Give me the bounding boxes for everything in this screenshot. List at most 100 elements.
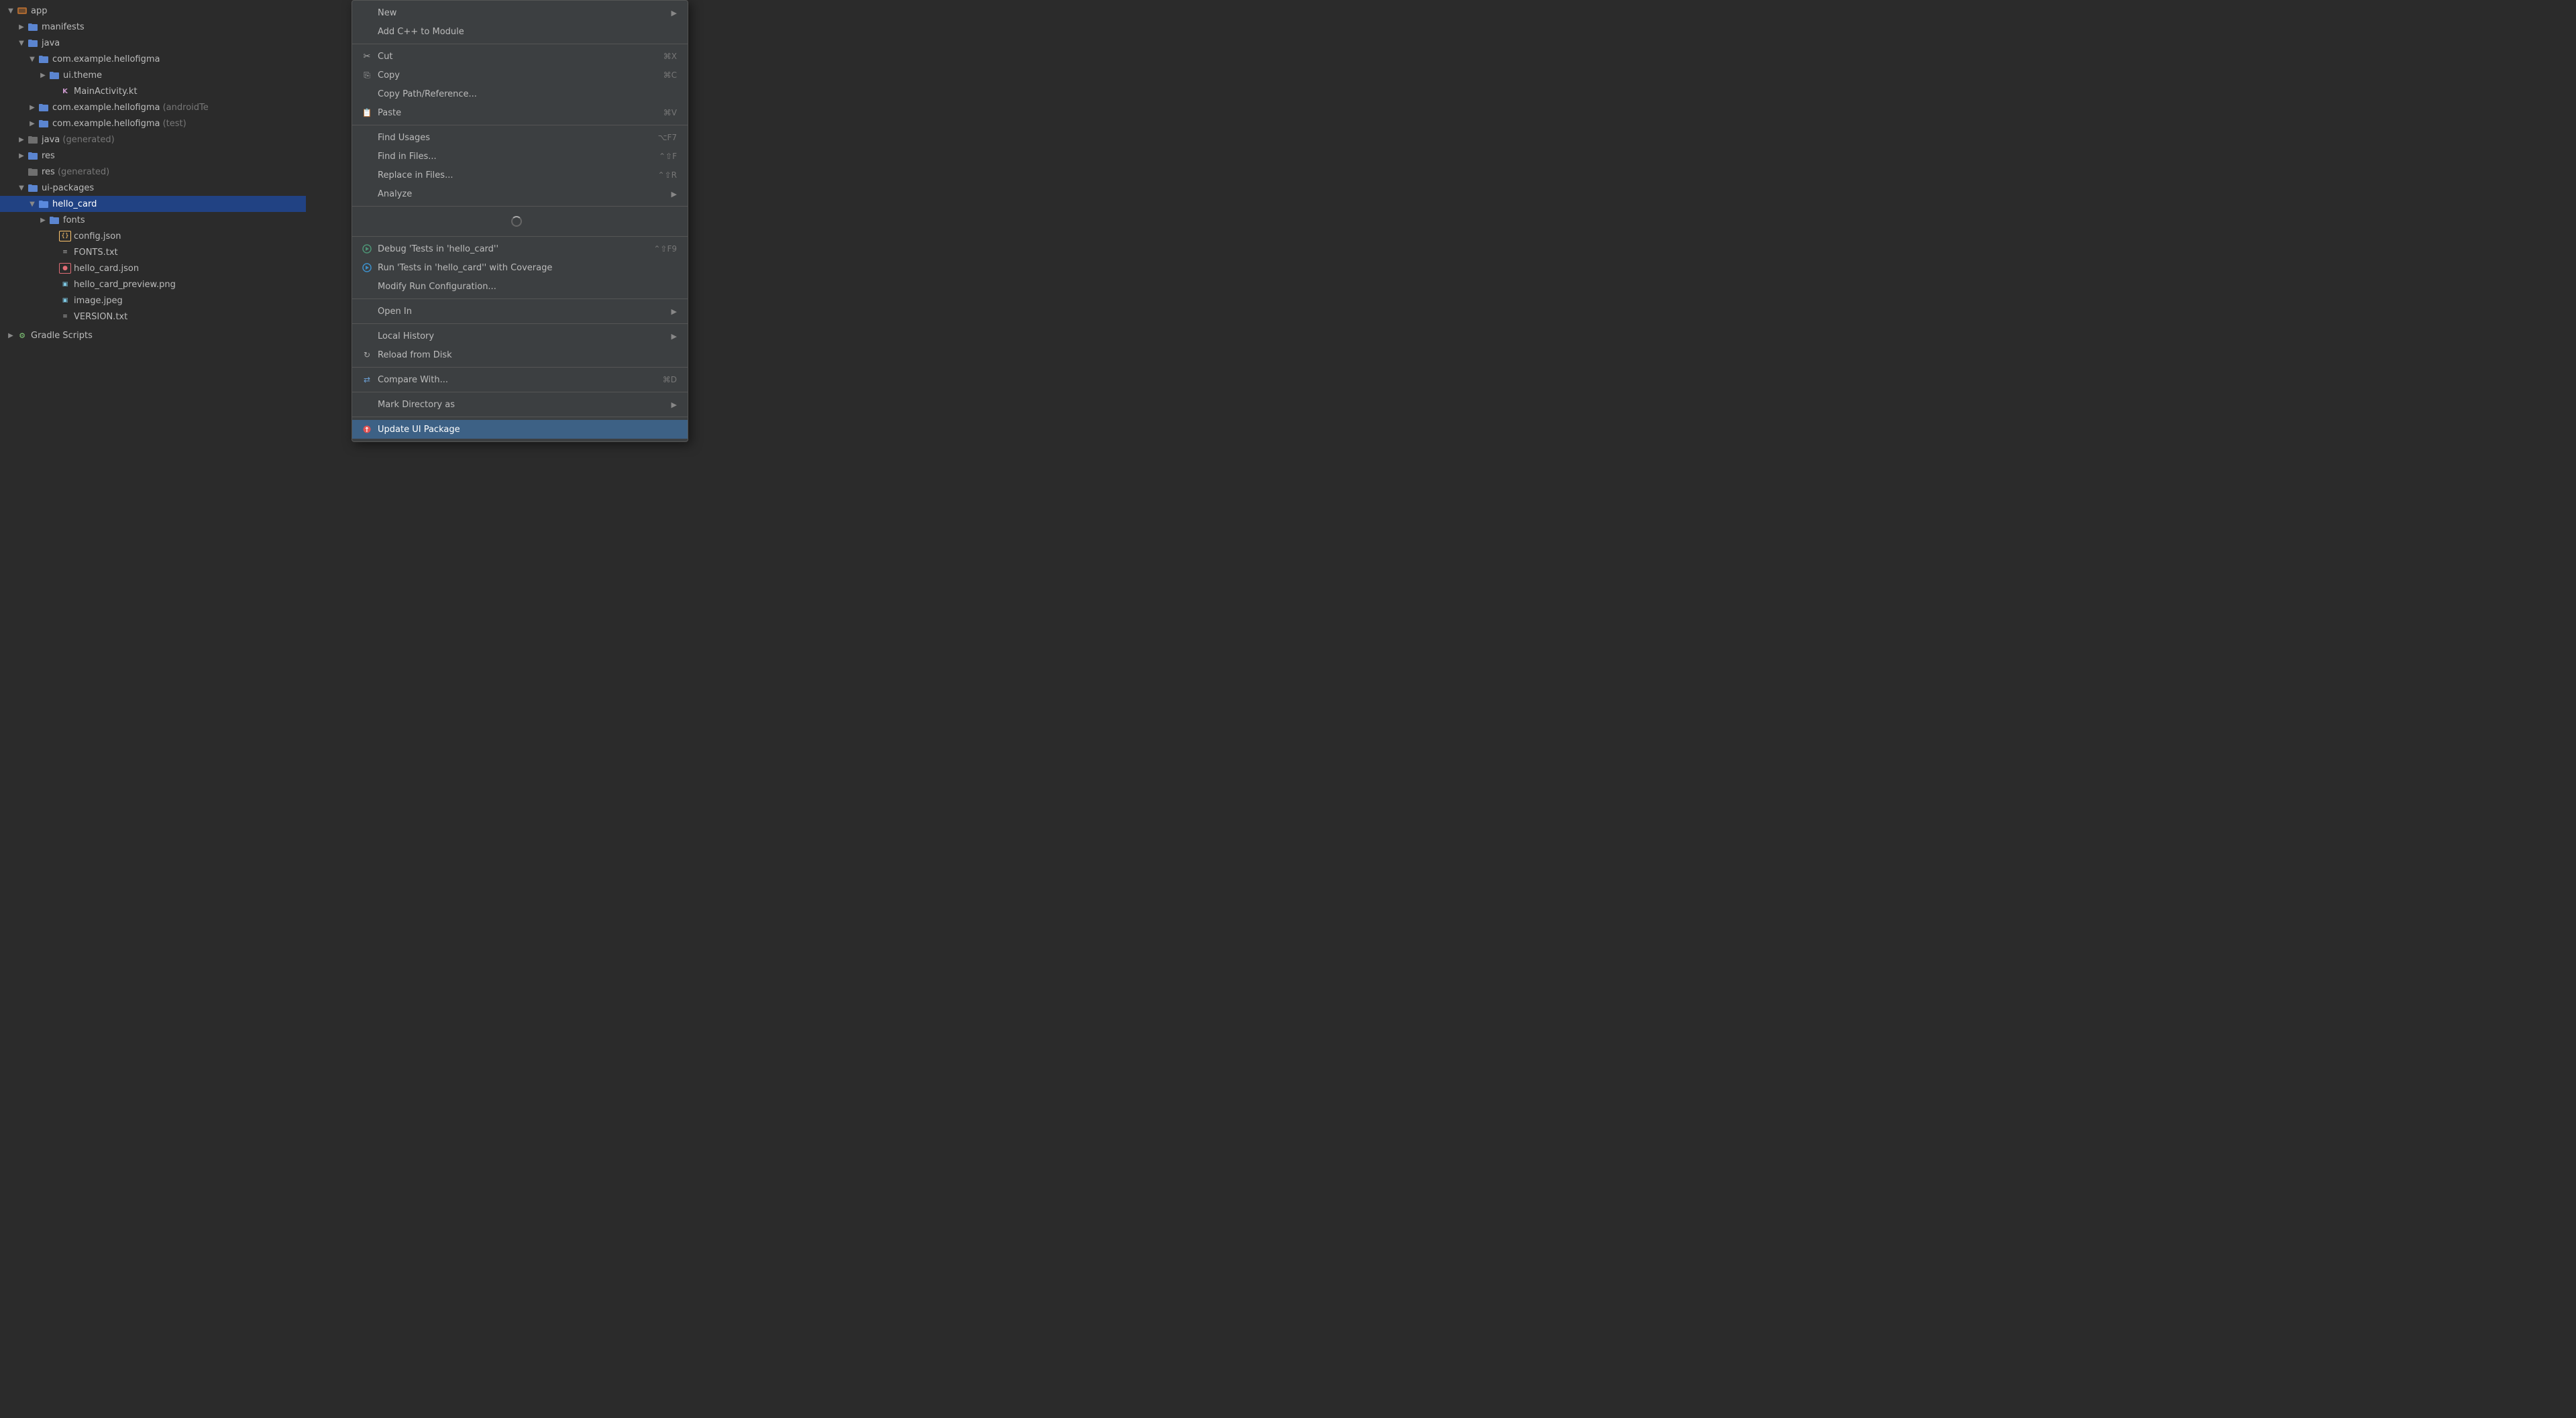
menu-item-label: Modify Run Configuration... <box>378 282 677 292</box>
menu-item-replace-files[interactable]: Replace in Files... ⌃⇧R <box>352 166 688 184</box>
menu-item-analyze[interactable]: Analyze ▶ <box>352 184 688 203</box>
folder-icon <box>27 182 39 193</box>
folder-icon <box>38 54 50 64</box>
tree-item-com-example-test[interactable]: ▶ com.example.hellofigma (test) <box>0 115 306 131</box>
tree-item-ui-theme[interactable]: ▶ ui.theme <box>0 67 306 83</box>
folder-icon <box>27 150 39 161</box>
tree-label: ui-packages <box>42 183 303 193</box>
menu-item-open-in[interactable]: Open In ▶ <box>352 302 688 321</box>
tree-label: MainActivity.kt <box>74 87 303 97</box>
menu-item-compare-with[interactable]: ⇄ Compare With... ⌘D <box>352 370 688 389</box>
json-red-file-icon: ● <box>59 263 71 274</box>
folder-icon <box>38 102 50 113</box>
menu-item-update-ui-package[interactable]: ↑ Update UI Package <box>352 420 688 439</box>
tree-item-res[interactable]: ▶ res <box>0 148 306 164</box>
menu-item-label: Run 'Tests in 'hello_card'' with Coverag… <box>378 263 677 273</box>
folder-icon <box>48 215 60 225</box>
tree-label: app <box>31 6 303 16</box>
folder-icon <box>38 199 50 209</box>
menu-item-copy[interactable]: ⎘ Copy ⌘C <box>352 66 688 85</box>
menu-item-spinner <box>352 209 688 233</box>
menu-item-label: Debug 'Tests in 'hello_card'' <box>378 244 643 254</box>
tree-item-com-example[interactable]: ▼ com.example.hellofigma <box>0 51 306 67</box>
folder-icon <box>48 70 60 80</box>
tree-item-app[interactable]: ▼ app <box>0 3 306 19</box>
txt-file-icon: ≡ <box>59 311 71 322</box>
tree-arrow: ▶ <box>16 152 27 160</box>
menu-item-add-cpp[interactable]: Add C++ to Module <box>352 22 688 41</box>
tree-item-ui-packages[interactable]: ▼ ui-packages <box>0 180 306 196</box>
tree-item-config-json[interactable]: {} config.json <box>0 228 306 244</box>
menu-item-label: Update UI Package <box>378 425 677 435</box>
menu-item-new[interactable]: New ▶ <box>352 3 688 22</box>
folder-gen-icon <box>27 166 39 177</box>
menu-item-modify-run[interactable]: Modify Run Configuration... <box>352 277 688 296</box>
tree-item-image-jpeg[interactable]: ▣ image.jpeg <box>0 292 306 309</box>
tree-arrow: ▼ <box>16 40 27 47</box>
menu-item-local-history[interactable]: Local History ▶ <box>352 327 688 345</box>
debug-icon <box>360 244 374 254</box>
tree-item-fonts[interactable]: ▶ fonts <box>0 212 306 228</box>
tree-item-hello-card[interactable]: ▼ hello_card <box>0 196 306 212</box>
tree-item-java-generated[interactable]: ▶ java (generated) <box>0 131 306 148</box>
tree-label: hello_card.json <box>74 264 303 274</box>
menu-item-label: Cut <box>378 52 653 62</box>
tree-arrow: ▶ <box>16 23 27 31</box>
cut-icon: ✂ <box>360 52 374 62</box>
tree-label: Gradle Scripts <box>31 331 303 341</box>
menu-item-reload-from-disk[interactable]: ↻ Reload from Disk <box>352 345 688 364</box>
menu-item-label: Paste <box>378 108 653 118</box>
tree-item-com-example-android[interactable]: ▶ com.example.hellofigma (androidTe <box>0 99 306 115</box>
shortcut-text: ⌘V <box>663 108 677 117</box>
menu-item-find-usages[interactable]: Find Usages ⌥F7 <box>352 128 688 147</box>
tree-arrow: ▼ <box>16 184 27 192</box>
tree-arrow: ▶ <box>27 104 38 111</box>
menu-item-mark-directory[interactable]: Mark Directory as ▶ <box>352 395 688 414</box>
tree-label: VERSION.txt <box>74 312 303 322</box>
tree-arrow: ▶ <box>38 72 48 79</box>
file-tree: ▼ app ▶ manifests ▼ java ▼ com.example.h… <box>0 0 306 543</box>
tree-item-version-txt[interactable]: ≡ VERSION.txt <box>0 309 306 325</box>
tree-label: com.example.hellofigma (test) <box>52 119 303 129</box>
folder-icon <box>27 21 39 32</box>
folder-gen-icon <box>27 134 39 145</box>
tree-label: image.jpeg <box>74 296 303 306</box>
tree-item-mainactivity[interactable]: K MainActivity.kt <box>0 83 306 99</box>
tree-item-hello-card-preview[interactable]: ▣ hello_card_preview.png <box>0 276 306 292</box>
shortcut-text: ⌥F7 <box>658 133 677 142</box>
shortcut-text: ⌃⇧F9 <box>653 244 677 254</box>
shortcut-text: ⌘C <box>663 70 677 80</box>
menu-item-paste[interactable]: 📋 Paste ⌘V <box>352 103 688 122</box>
context-menu: New ▶ Add C++ to Module ✂ Cut ⌘X ⎘ Copy … <box>352 0 688 442</box>
tree-item-gradle[interactable]: ▶ ⚙ Gradle Scripts <box>0 327 306 343</box>
shortcut-text: ⌃⇧R <box>658 170 677 180</box>
menu-item-run-coverage[interactable]: Run 'Tests in 'hello_card'' with Coverag… <box>352 258 688 277</box>
menu-separator <box>352 323 688 324</box>
tree-arrow: ▶ <box>16 136 27 144</box>
png-file-icon: ▣ <box>59 279 71 290</box>
menu-item-label: Copy Path/Reference... <box>378 89 677 99</box>
tree-item-java[interactable]: ▼ java <box>0 35 306 51</box>
menu-separator <box>352 298 688 299</box>
tree-label: res <box>42 151 303 161</box>
tree-arrow: ▶ <box>27 120 38 127</box>
menu-item-cut[interactable]: ✂ Cut ⌘X <box>352 47 688 66</box>
submenu-arrow: ▶ <box>672 190 677 199</box>
compare-icon: ⇄ <box>360 375 374 384</box>
tree-item-manifests[interactable]: ▶ manifests <box>0 19 306 35</box>
menu-item-label: Copy <box>378 70 653 80</box>
menu-item-copy-path[interactable]: Copy Path/Reference... <box>352 85 688 103</box>
tree-label: java (generated) <box>42 135 303 145</box>
tree-item-hello-card-json[interactable]: ● hello_card.json <box>0 260 306 276</box>
menu-item-find-files[interactable]: Find in Files... ⌃⇧F <box>352 147 688 166</box>
menu-item-label: New <box>378 8 666 18</box>
menu-item-debug-tests[interactable]: Debug 'Tests in 'hello_card'' ⌃⇧F9 <box>352 239 688 258</box>
folder-icon <box>38 118 50 129</box>
module-icon <box>16 5 28 16</box>
submenu-arrow: ▶ <box>672 307 677 316</box>
tree-item-res-generated[interactable]: res (generated) <box>0 164 306 180</box>
menu-item-label: Mark Directory as <box>378 400 666 410</box>
menu-separator <box>352 367 688 368</box>
tree-item-fonts-txt[interactable]: ≡ FONTS.txt <box>0 244 306 260</box>
menu-item-label: Reload from Disk <box>378 350 677 360</box>
